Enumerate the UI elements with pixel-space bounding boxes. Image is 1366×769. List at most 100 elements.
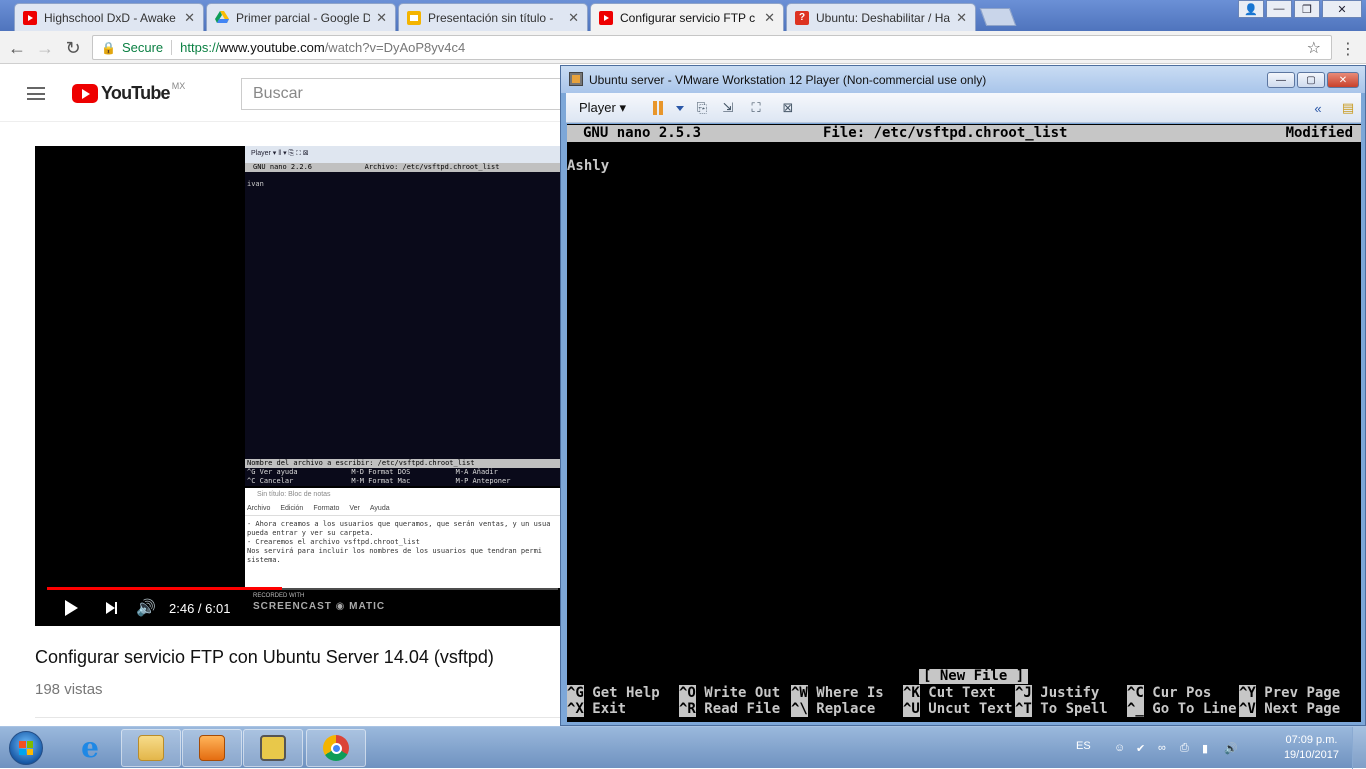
show-desktop-button[interactable] [1352, 727, 1366, 769]
tab-configurar-ftp[interactable]: Configurar servicio FTP c ✕ [590, 3, 784, 31]
shortcut-key: ^X [567, 701, 584, 717]
shortcut-label: Write Out [704, 685, 781, 701]
video-notepad-line: - Ahora creamos a los usuarios que quera… [247, 520, 551, 528]
windows-logo-icon [9, 731, 43, 765]
nano-buffer[interactable]: Ashly [567, 158, 609, 174]
shortcut-key: ^Y [1239, 685, 1256, 701]
nano-filename: File: /etc/vsftpd.chroot_list [823, 125, 1068, 141]
video-title: Configurar servicio FTP con Ubuntu Serve… [35, 647, 494, 667]
close-icon[interactable]: ✕ [956, 10, 967, 26]
play-icon[interactable] [61, 597, 81, 619]
close-icon[interactable]: ✕ [568, 10, 579, 26]
nano-modified: Modified [1285, 125, 1353, 141]
volume-icon[interactable]: 🔊 [135, 597, 157, 619]
tab-highschool-dxd[interactable]: Highschool DxD - Awake ✕ [14, 3, 204, 31]
shortcut-go-to-line: ^_ Go To Line [1127, 701, 1237, 717]
vmware-window: Ubuntu server - VMware Workstation 12 Pl… [560, 65, 1366, 726]
taskbar-vmware-player[interactable] [243, 729, 303, 767]
shortcut-write-out: ^O Write Out [679, 685, 780, 701]
shortcut-label: Go To Line [1152, 701, 1237, 717]
shortcut-to-spell: ^T To Spell [1015, 701, 1108, 717]
start-button[interactable] [3, 728, 49, 768]
screencast-watermark: RECORDED WITH SCREENCAST ◉ MATIC [245, 590, 395, 624]
send-ctrl-alt-del-icon[interactable]: ⎘ [694, 100, 710, 116]
quora-icon: ? [795, 10, 809, 25]
tray-volume-icon[interactable]: 🔊 [1224, 742, 1238, 755]
back-arrow-icon[interactable]: ← [6, 37, 28, 59]
clock-time: 07:09 p.m. [1285, 734, 1338, 746]
language-indicator[interactable]: ES [1076, 740, 1091, 752]
next-icon[interactable] [101, 597, 121, 619]
shortcut-key: ^V [1239, 701, 1256, 717]
logo-text: YouTube [101, 83, 171, 103]
video-key: M-D Format DOS [351, 468, 411, 476]
search-input[interactable]: Buscar [241, 78, 571, 110]
taskbar-internet-explorer[interactable]: e [60, 729, 120, 767]
minimize-button[interactable]: — [1267, 72, 1295, 88]
vmware-app-icon [569, 72, 583, 86]
video-notepad-menu-item: Ayuda [369, 505, 390, 512]
profile-icon[interactable]: 👤 [1238, 0, 1264, 18]
secure-label: Secure [122, 40, 173, 55]
bookmark-star-icon[interactable]: ☆ [1307, 38, 1321, 58]
progress-bar[interactable] [47, 587, 558, 590]
library-icon[interactable]: ▤ [1340, 100, 1356, 116]
menu-icon[interactable] [27, 87, 45, 100]
video-notepad-title: Sin título: Bloc de notas [257, 491, 331, 498]
collapse-toolbar-icon[interactable]: « [1310, 100, 1326, 116]
shortcut-read-file: ^R Read File [679, 701, 780, 717]
google-slides-icon [407, 10, 421, 25]
shortcut-uncut-text: ^U Uncut Text [903, 701, 1013, 717]
tray-network-icon[interactable]: ▮ [1202, 742, 1216, 755]
close-icon[interactable]: ✕ [764, 10, 775, 26]
tab-title: Primer parcial - Google D [236, 10, 371, 25]
close-window-button[interactable]: ✕ [1322, 0, 1362, 18]
chevron-down-icon[interactable] [672, 100, 688, 116]
tray-link-icon[interactable]: ∞ [1158, 742, 1172, 754]
shortcut-label: Cut Text [928, 685, 996, 701]
vmware-title-bar[interactable]: Ubuntu server - VMware Workstation 12 Pl… [561, 66, 1365, 93]
close-icon[interactable]: ✕ [376, 10, 387, 26]
taskbar-chrome[interactable] [306, 729, 366, 767]
shortcut-justify: ^J Justify [1015, 685, 1099, 701]
watermark-small-text: RECORDED WITH [253, 593, 305, 599]
reload-icon[interactable]: ↻ [62, 37, 84, 59]
pause-icon[interactable] [650, 100, 666, 116]
shortcut-label: Read File [704, 701, 781, 717]
video-player[interactable]: Player ▾ ‖ ▾ ⎘ ⛶ ⊠ GNU nano 2.2.6 Archiv… [35, 146, 560, 626]
tab-presentacion[interactable]: Presentación sin título - ✕ [398, 3, 588, 31]
nano-shortcuts: ^G Get Help ^O Write Out ^W Where Is ^K … [567, 685, 1361, 717]
divider [35, 717, 560, 718]
forward-arrow-icon[interactable]: → [34, 37, 56, 59]
address-bar[interactable]: 🔒 Secure https:// www.youtube.com /watch… [92, 35, 1332, 60]
restore-button[interactable]: ❐ [1294, 0, 1320, 18]
tray-printer-icon[interactable]: ⎙ [1180, 742, 1194, 754]
shortcut-label: Next Page [1264, 701, 1341, 717]
taskbar-media-player[interactable] [182, 729, 242, 767]
tab-primer-parcial[interactable]: Primer parcial - Google D ✕ [206, 3, 396, 31]
video-nano-keys: ^G Ver ayuda M-D Format DOS M-A Añadir ^… [245, 468, 560, 486]
player-menu[interactable]: Player ▾ [579, 100, 626, 116]
video-notepad-menu-item: Formato [313, 505, 340, 512]
video-notepad-line: sistema. [247, 556, 281, 564]
minimize-button[interactable]: — [1266, 0, 1292, 18]
taskbar-file-explorer[interactable] [121, 729, 181, 767]
removable-devices-icon[interactable]: ⇲ [720, 100, 736, 116]
fullscreen-icon[interactable]: ⛶ [748, 100, 764, 116]
shortcut-label: Exit [592, 701, 627, 717]
maximize-button[interactable]: ▢ [1297, 72, 1325, 88]
tray-user-icon[interactable]: ☺ [1114, 742, 1128, 754]
vm-console[interactable]: GNU nano 2.5.3 File: /etc/vsftpd.chroot_… [567, 124, 1361, 722]
progress-fill [47, 587, 283, 590]
close-button[interactable]: ✕ [1327, 72, 1359, 88]
tray-shield-icon[interactable]: ✔ [1136, 742, 1150, 755]
unity-icon[interactable]: ⊠ [780, 100, 796, 116]
close-icon[interactable]: ✕ [184, 10, 195, 26]
taskbar-clock[interactable]: 07:09 p.m. 19/10/2017 [1284, 733, 1339, 763]
video-notepad-line: pueda entrar y ver su carpeta. [247, 529, 374, 537]
shortcut-get-help: ^G Get Help [567, 685, 660, 701]
youtube-logo[interactable]: YouTube MX [72, 81, 185, 104]
new-tab-button[interactable] [979, 8, 1017, 26]
more-menu-icon[interactable]: ⋮ [1340, 39, 1356, 59]
tab-ubuntu-deshabilitar[interactable]: ? Ubuntu: Deshabilitar / Ha ✕ [786, 3, 976, 31]
